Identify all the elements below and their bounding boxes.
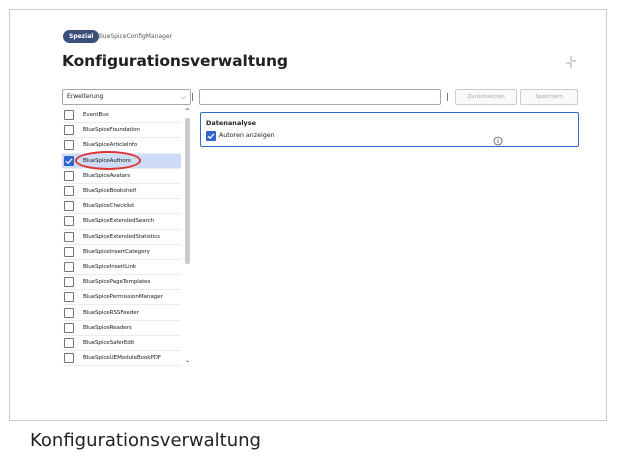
extension-label: EventBus — [83, 112, 109, 119]
list-item[interactable]: BlueSpiceUEModuleBookPDF — [62, 351, 181, 366]
chevron-up-icon[interactable]: ^ — [181, 108, 194, 116]
figure-caption: Konfigurationsverwaltung — [30, 430, 261, 451]
list-item[interactable]: BlueSpiceRSSFeeder — [62, 305, 181, 321]
frame-divider — [9, 420, 607, 421]
chevron-down-icon: ⌵ — [180, 93, 186, 101]
info-icon[interactable] — [493, 131, 503, 146]
extension-label: BlueSpiceAvatars — [83, 172, 131, 179]
extension-checkbox[interactable] — [64, 140, 74, 151]
extension-label: BlueSpicePermissionManager — [83, 294, 163, 301]
extension-checkbox[interactable] — [64, 201, 74, 212]
list-scrollbar[interactable]: ^ ⌄ — [181, 108, 194, 366]
extension-checkbox[interactable] — [64, 186, 74, 197]
breadcrumb[interactable]: BlueSpiceConfigManager — [97, 30, 172, 43]
section-heading: Datenanalyse — [206, 119, 257, 127]
extension-label: BlueSpiceInsertLink — [83, 263, 137, 270]
extension-checkbox[interactable] — [64, 246, 74, 257]
save-button[interactable]: Speichern — [520, 89, 578, 105]
extension-checkbox[interactable] — [64, 216, 74, 227]
extension-label: BlueSpiceUEModuleBookPDF — [83, 355, 161, 362]
extension-checkbox[interactable] — [64, 170, 74, 181]
list-item[interactable]: BlueSpiceInsertCategory — [62, 245, 181, 260]
extension-label: BlueSpiceArticleInfo — [83, 142, 138, 149]
extension-label: BlueSpiceRSSFeeder — [83, 309, 139, 316]
settings-panel: Datenanalyse Autoren anzeigen — [200, 112, 579, 147]
filter-dropdown-value: Erweiterung — [67, 93, 104, 100]
extension-label: BlueSpiceExtendedStatistics — [83, 233, 160, 240]
list-item[interactable]: BlueSpiceExtendedStatistics — [62, 230, 181, 245]
extension-checkbox[interactable] — [64, 292, 74, 303]
extension-checkbox[interactable] — [64, 277, 74, 288]
highlight-circle — [75, 151, 141, 170]
extension-label: BlueSpiceFoundation — [83, 127, 140, 134]
extension-checkbox[interactable] — [64, 110, 74, 121]
list-item[interactable]: BlueSpiceBookshelf — [62, 184, 181, 200]
filter-dropdown[interactable]: Erweiterung ⌵ — [62, 89, 191, 105]
reset-button[interactable]: Zurücksetzen — [455, 89, 517, 105]
page-title: Konfigurationsverwaltung — [62, 52, 288, 70]
extension-checkbox[interactable] — [64, 353, 74, 364]
option-checkbox[interactable] — [206, 131, 216, 141]
special-badge: Spezial — [63, 30, 100, 43]
list-item[interactable]: BlueSpiceSaferEdit — [62, 336, 181, 351]
extension-label: BlueSpiceInsertCategory — [83, 248, 150, 255]
extension-label: BlueSpicePageTemplates — [83, 279, 151, 286]
extension-checkbox[interactable] — [64, 337, 74, 348]
scrollbar-thumb[interactable] — [185, 118, 190, 264]
toolbar-separator — [192, 93, 193, 101]
extension-label: BlueSpiceSaferEdit — [83, 339, 135, 346]
list-item[interactable]: BlueSpicePermissionManager — [62, 290, 181, 306]
extension-checkbox[interactable] — [64, 155, 74, 166]
list-item[interactable]: BlueSpiceFoundation — [62, 123, 181, 139]
search-input[interactable] — [199, 89, 441, 105]
extension-label: BlueSpiceBookshelf — [83, 188, 137, 195]
extension-checkbox[interactable] — [64, 307, 74, 318]
extension-label: BlueSpiceChecklist — [83, 203, 135, 210]
extension-label: BlueSpiceReaders — [83, 324, 132, 331]
list-item[interactable]: BlueSpicePageTemplates — [62, 275, 181, 291]
list-item[interactable]: BlueSpiceExtendedSearch — [62, 214, 181, 230]
option-label[interactable]: Autoren anzeigen — [219, 131, 275, 141]
list-item[interactable]: BlueSpiceAvatars — [62, 169, 181, 184]
extension-checkbox[interactable] — [64, 261, 74, 272]
list-item[interactable]: EventBus — [62, 108, 181, 124]
collapse-icon[interactable] — [564, 55, 578, 69]
extension-checkbox[interactable] — [64, 125, 74, 136]
extension-checkbox[interactable] — [64, 231, 74, 242]
extension-list: EventBus BlueSpiceFoundation BlueSpiceArti… — [62, 108, 194, 366]
chevron-down-icon[interactable]: ⌄ — [181, 356, 194, 366]
toolbar-separator — [447, 93, 448, 101]
extension-label: BlueSpiceExtendedSearch — [83, 218, 155, 225]
list-item[interactable]: BlueSpiceInsertLink — [62, 260, 181, 276]
list-item[interactable]: BlueSpiceChecklist — [62, 199, 181, 215]
list-item[interactable]: BlueSpiceReaders — [62, 321, 181, 336]
extension-checkbox[interactable] — [64, 322, 74, 333]
